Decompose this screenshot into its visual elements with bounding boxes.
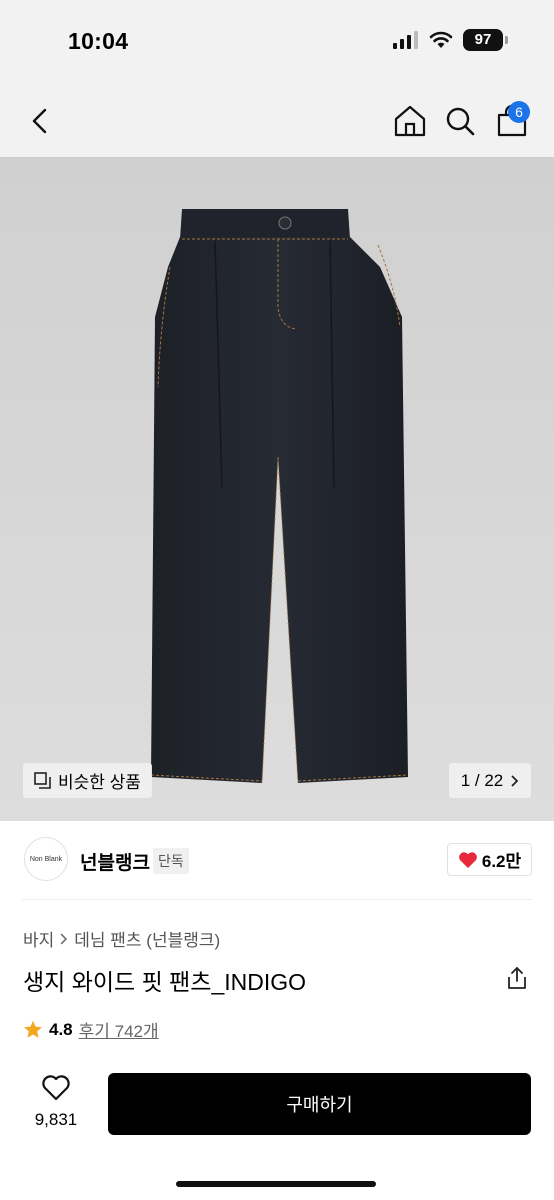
brand-name[interactable]: 넌블랭크 [80,848,150,875]
similar-items-icon [34,771,51,789]
section-divider [22,899,532,900]
search-icon[interactable] [442,104,478,138]
battery-tip [505,36,508,44]
brand-like-button[interactable]: 6.2만 [447,843,532,876]
home-icon[interactable] [392,104,428,138]
status-time: 10:04 [68,28,129,54]
wishlist-count: 9,831 [34,1110,78,1129]
rating-value: 4.8 [49,1019,73,1039]
image-pager-label: 1 / 22 [460,770,504,790]
heart-filled-icon [459,851,477,868]
brand-like-count: 6.2만 [481,852,522,871]
brand-row: Non Blank 넌블랭크 단독 6.2만 [0,837,554,883]
chevron-right-icon [61,933,68,944]
battery-indicator: 97 [463,29,508,51]
header: 10:04 97 6 [0,0,554,157]
brand-logo[interactable]: Non Blank [24,837,68,881]
back-icon[interactable] [26,104,56,138]
breadcrumb-subcategory[interactable]: 데님 팬츠 (넌블랭크) [74,926,220,951]
exclusive-badge: 단독 [153,848,189,874]
image-pager-button[interactable]: 1 / 22 [449,763,531,798]
product-photo-pants [150,209,409,784]
cart-count-badge: 6 [508,101,530,123]
rating-row: 4.8 후기 742개 [23,1017,159,1042]
similar-products-button[interactable]: 비슷한 상품 [23,763,152,798]
product-title: 생지 와이드 핏 팬츠_INDIGO [23,969,307,995]
product-image[interactable] [0,157,554,821]
breadcrumb: 바지 데님 팬츠 (넌블랭크) [23,926,220,951]
wishlist-button[interactable]: 9,831 [28,1074,84,1130]
similar-products-label: 비슷한 상품 [58,773,141,792]
chevron-right-icon [511,775,519,786]
home-indicator [176,1181,376,1187]
buy-button[interactable]: 구매하기 [108,1073,531,1135]
wifi-icon [429,31,453,48]
share-icon[interactable] [504,965,530,991]
battery-level: 97 [463,29,503,51]
review-count-link[interactable]: 후기 742개 [79,1017,159,1042]
heart-outline-icon [42,1075,70,1101]
star-icon [24,1020,42,1038]
signal-icon [393,31,418,49]
breadcrumb-category[interactable]: 바지 [23,926,54,951]
status-icons: 97 [393,29,508,51]
